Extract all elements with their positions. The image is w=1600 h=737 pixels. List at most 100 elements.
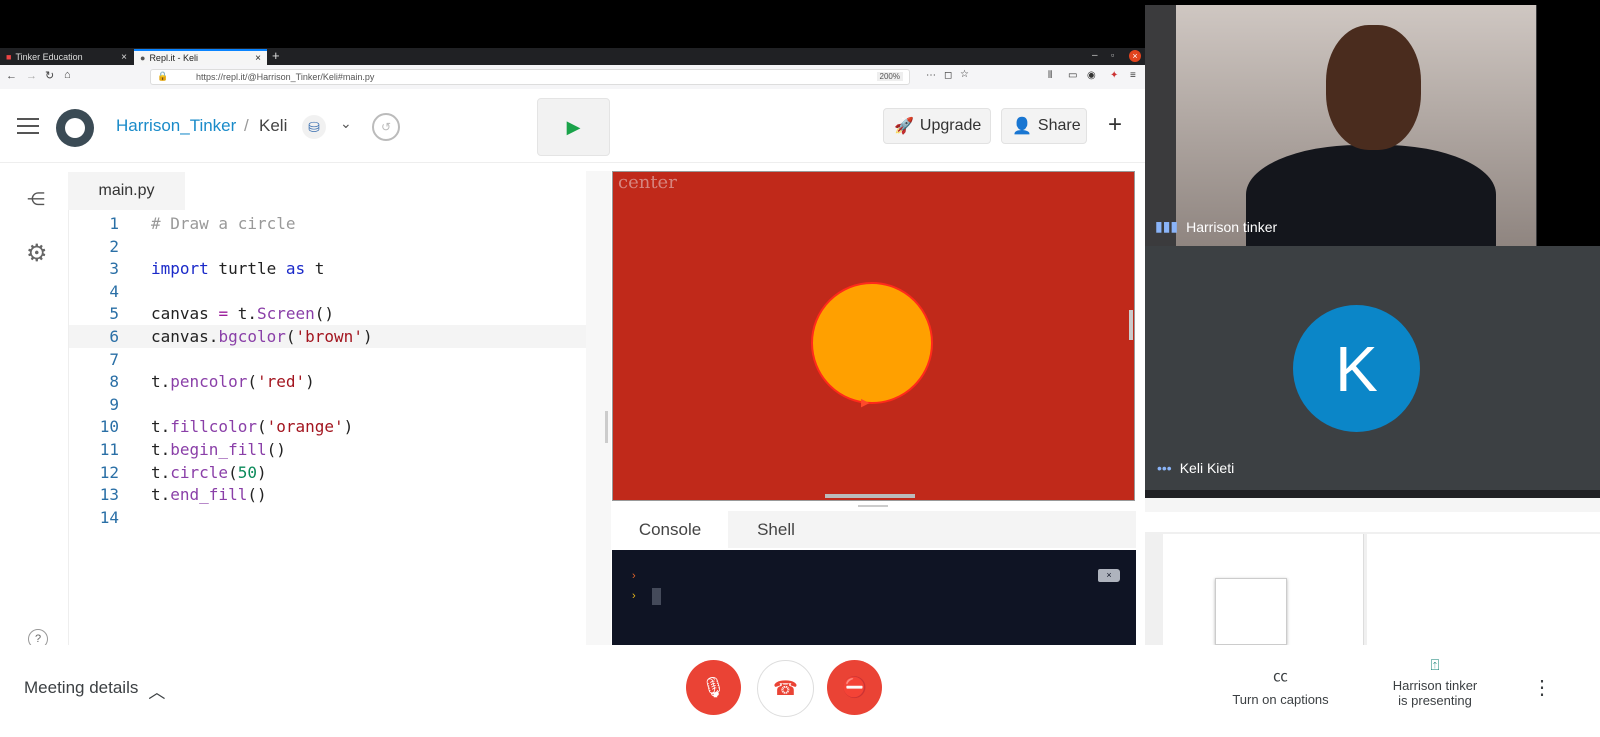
camera-feed [1176,5,1536,246]
upgrade-button[interactable]: 🚀 Upgrade [883,108,991,144]
audio-dots-icon: ••• [1157,460,1172,476]
forward-icon[interactable]: → [26,70,37,82]
version-control-icon[interactable]: ⋲ [27,189,45,210]
code-line[interactable]: 6 canvas.bgcolor('brown') [69,325,603,348]
favicon-icon: ● [140,53,146,63]
share-button[interactable]: 👤 Share [1001,108,1087,144]
close-icon[interactable]: × [255,53,261,64]
repl-owner-link[interactable]: Harrison_Tinker [116,116,236,136]
code-line[interactable]: 5 canvas = t.Screen() [69,302,603,325]
gear-icon[interactable]: ⚙ [26,239,48,268]
resize-handle[interactable] [605,411,608,443]
more-icon[interactable]: ⋯ [926,70,936,81]
rocket-icon: 🚀 [894,118,914,135]
pane-divider[interactable] [586,171,611,645]
url-text: https://repl.it/@Harrison_Tinker/Keli#ma… [196,72,375,82]
upgrade-label: Upgrade [919,117,982,134]
line-number: 8 [109,372,119,392]
console-output[interactable]: › › × [612,550,1136,645]
code-line[interactable]: 11 t.begin_fill() [69,438,603,461]
camera-subject [1326,25,1421,150]
mute-microphone-button[interactable]: 🎙 [686,660,741,715]
browser-tab-label: Repl.it - Keli [149,53,198,63]
file-tab-main-py[interactable]: main.py [68,172,185,210]
new-tab-icon[interactable]: + [272,48,280,63]
history-icon[interactable]: ↺ [372,113,400,141]
replit-logo[interactable] [56,109,94,147]
line-number: 10 [99,417,119,437]
code-line[interactable]: 2 [69,235,603,258]
code-text: t.end_fill() [151,485,267,505]
add-icon[interactable]: + [1108,111,1122,139]
help-icon[interactable]: ? [28,629,48,645]
code-line[interactable]: 4 [69,280,603,303]
share-label: Share [1037,117,1081,134]
tab-shell[interactable]: Shell [728,511,824,548]
extension-icon[interactable]: ✦ [1110,70,1118,81]
code-line[interactable]: 1 # Draw a circle [69,212,603,235]
participant-name: Harrison tinker [1186,218,1278,235]
hamburger-menu-icon[interactable] [17,118,39,139]
code-line[interactable]: 9 [69,393,603,416]
presenting-indicator[interactable]: ⍐ Harrison tinker is presenting [1380,657,1490,708]
close-icon[interactable]: × [121,52,127,63]
repl-header: Harrison_Tinker / Keli ⛁ ⌄ ↺ ▶ 🚀 Upgrade… [0,89,1145,163]
repl-name[interactable]: Keli [259,116,287,136]
code-editor[interactable]: 1 # Draw a circle 2 3 import turtle as t 4 5 ca… [68,210,603,645]
tab-console[interactable]: Console [612,511,728,548]
line-number: 14 [99,507,119,527]
participant-name-label: ••• Keli Kieti [1157,460,1234,476]
code-line[interactable]: 12 t.circle(50) [69,461,603,484]
library-icon[interactable]: ⫴ [1048,70,1052,81]
code-line[interactable]: 7 [69,348,603,371]
zoom-level[interactable]: 200% [876,72,903,81]
minimize-icon[interactable]: – [1092,50,1098,61]
presentation-thumbnail[interactable] [1145,490,1600,645]
orange-circle [811,282,933,404]
workspace-sidebar: ⋲ ⚙ ? [8,171,68,645]
leave-call-button[interactable]: ☎ [757,660,814,717]
hangup-icon: ☎ [773,678,798,700]
browser-window: ■ Tinker Education × ● Repl.it - Keli × … [0,48,1145,645]
code-line[interactable]: 8 t.pencolor('red') [69,370,603,393]
more-options-icon[interactable]: ⋮ [1532,675,1552,700]
code-text: t.begin_fill() [151,440,286,459]
meeting-details-label: Meeting details [24,678,139,697]
back-icon[interactable]: ← [6,70,17,82]
maximize-icon[interactable]: ▫ [1111,50,1114,60]
captions-button[interactable]: ㏄ Turn on captions [1228,665,1333,707]
code-line[interactable]: 3 import turtle as t [69,257,603,280]
url-field[interactable]: 🔒 https://repl.it/@Harrison_Tinker/Keli#… [150,69,910,85]
meeting-details-button[interactable]: Meeting details ︿ [24,678,165,703]
menu-icon[interactable]: ≡ [1130,70,1136,81]
console-resize-handle[interactable] [858,505,888,507]
code-text: import turtle as t [151,259,325,279]
reload-icon[interactable]: ↻ [45,69,54,82]
camera-subject [1246,145,1496,246]
browser-tab-tinker-education[interactable]: ■ Tinker Education × [0,49,133,65]
sidebar-icon[interactable]: ▭ [1068,70,1077,81]
window-close-icon[interactable]: × [1129,50,1141,62]
browser-tab-replit[interactable]: ● Repl.it - Keli × [134,49,267,65]
thumbnail-context-menu [1215,578,1287,645]
home-icon[interactable]: ⌂ [64,69,71,81]
clear-console-icon[interactable]: × [1098,569,1120,582]
horizontal-scrollbar[interactable] [825,494,915,498]
vertical-scrollbar[interactable] [1129,310,1133,340]
chevron-down-icon[interactable]: ⌄ [340,115,352,132]
code-text: canvas.bgcolor('brown') [151,327,373,346]
line-number: 3 [109,259,119,279]
add-user-icon: 👤 [1012,118,1032,135]
account-icon[interactable]: ◉ [1087,70,1096,81]
thumbnail-canvas [1367,534,1600,645]
participant-video-harrison: ▮▮▮ Harrison tinker [1145,5,1537,246]
captions-label: Turn on captions [1232,692,1329,707]
bookmark-star-icon[interactable]: ☆ [960,69,969,80]
code-line[interactable]: 10 t.fillcolor('orange') [69,415,603,438]
run-button[interactable]: ▶ [537,98,610,156]
code-line[interactable]: 14 [69,506,603,529]
code-text: t.fillcolor('orange') [151,417,354,437]
camera-off-button[interactable]: ⛔ [827,660,882,715]
pocket-icon[interactable]: ◻ [944,70,952,81]
code-line[interactable]: 13 t.end_fill() [69,483,603,506]
